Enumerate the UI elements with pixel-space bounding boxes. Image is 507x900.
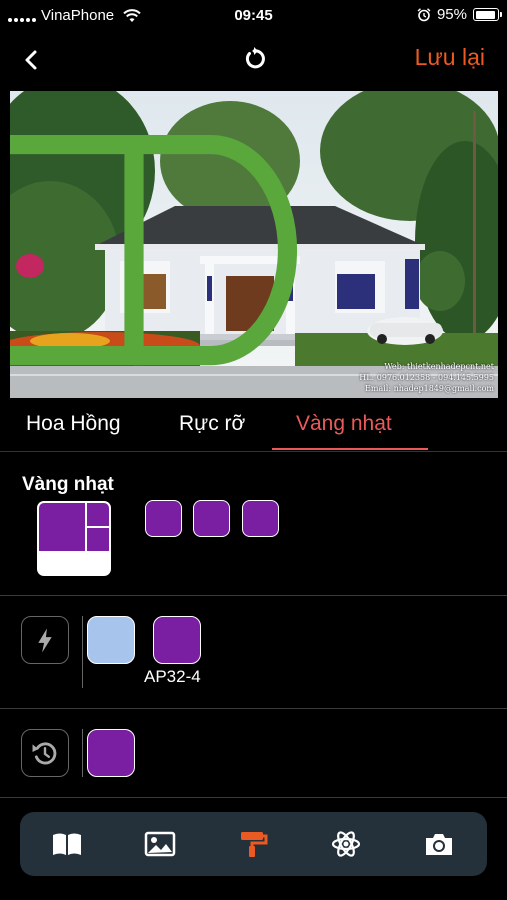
paint-button[interactable] (236, 830, 268, 858)
save-button[interactable]: Lưu lại (415, 44, 485, 71)
alarm-icon (417, 7, 431, 21)
vertical-divider (82, 729, 83, 777)
watermark-line: Web: thietkenhadepcnt.net (384, 362, 494, 371)
divider (0, 595, 507, 596)
color-code-label: AP32-4 (144, 667, 201, 686)
divider (0, 708, 507, 709)
status-right: 95% (417, 6, 502, 23)
watermark-logo (10, 134, 298, 366)
bottom-toolbar (20, 812, 487, 876)
book-button[interactable] (51, 830, 83, 858)
house-photo[interactable]: Web: thietkenhadepcnt.net HL: 0976.01235… (10, 91, 498, 398)
scheme-swatch[interactable] (242, 500, 279, 537)
tab-hoa-hong[interactable]: Hoa Hồng (26, 412, 121, 436)
image-icon (144, 831, 176, 857)
scheme-title: Vàng nhạt (22, 474, 114, 495)
status-bar: VinaPhone 09:45 95% (0, 0, 507, 30)
battery-percent: 95% (436, 6, 467, 23)
watermark-text: Web: thietkenhadepcnt.net HL: 0976.01235… (359, 361, 494, 394)
watermark-line: HL: 0976.012358 - 094.145.5995 (359, 373, 494, 382)
undo-button[interactable] (240, 45, 268, 73)
suggested-swatch-purple[interactable] (153, 616, 201, 664)
history-icon (32, 742, 57, 765)
watermark-line: Email: nhadep1849@gmail.com (365, 384, 494, 393)
tab-vang-nhat[interactable]: Vàng nhạt (296, 412, 392, 436)
camera-icon (426, 834, 452, 855)
color-scheme-preview[interactable] (37, 501, 111, 576)
history-button[interactable] (21, 729, 69, 777)
gallery-button[interactable] (144, 830, 176, 858)
history-swatch[interactable] (87, 729, 135, 777)
lightning-icon (38, 628, 52, 653)
palette-tabs: Hoa Hồng Rực rỡ Vàng nhạt (0, 398, 507, 452)
nav-bar: Lưu lại (0, 38, 507, 82)
back-button[interactable] (18, 46, 46, 74)
paint-roller-icon (241, 832, 268, 857)
scheme-swatch[interactable] (193, 500, 230, 537)
camera-button[interactable] (423, 830, 455, 858)
scheme-swatch[interactable] (145, 500, 182, 537)
divider (0, 797, 507, 798)
atom-icon (331, 831, 361, 857)
tab-ruc-ro[interactable]: Rực rỡ (179, 412, 245, 436)
active-tab-indicator (272, 448, 428, 450)
color-wheel-button[interactable] (330, 830, 362, 858)
suggested-swatch-light-blue[interactable] (87, 616, 135, 664)
vertical-divider (82, 616, 83, 688)
lightning-button[interactable] (21, 616, 69, 664)
book-icon (53, 833, 81, 855)
battery-icon (473, 8, 502, 21)
